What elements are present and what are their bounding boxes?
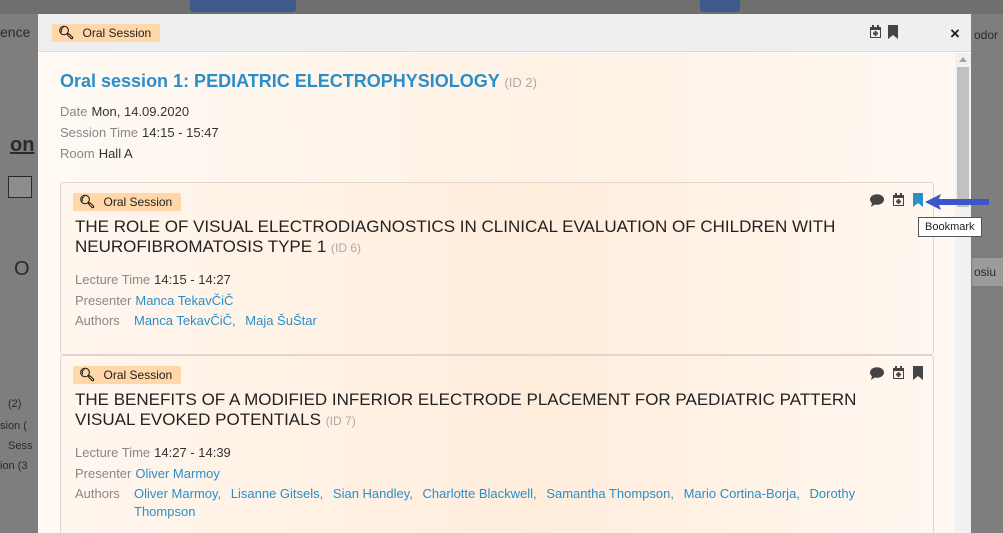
lecture-title: THE ROLE OF VISUAL ELECTRODIAGNOSTICS IN… xyxy=(75,217,915,258)
session-time: Session Time 14:15 - 15:47 xyxy=(60,125,219,140)
calendar-add-icon[interactable] xyxy=(892,366,905,385)
session-title: Oral session 1: PEDIATRIC ELECTROPHYSIOL… xyxy=(60,71,537,92)
background-text: sion ( xyxy=(0,420,27,432)
authors-key: Authors xyxy=(75,313,120,328)
session-date: Date Mon, 14.09.2020 xyxy=(60,104,189,119)
background-text: O xyxy=(14,258,30,280)
background-topbar xyxy=(0,0,1003,14)
lecture-time-value: 14:15 - 14:27 xyxy=(154,272,231,287)
lecture-actions xyxy=(870,193,923,212)
session-room: Room Hall A xyxy=(60,146,133,161)
lecture-type-label: Oral Session xyxy=(103,195,173,209)
author-link[interactable]: Maja ŠuŠtar xyxy=(245,313,317,328)
bookmark-tooltip: Bookmark xyxy=(918,217,982,237)
lecture-authors: Authors Oliver Marmoy, Lisanne Gitsels, … xyxy=(75,485,915,521)
author-link[interactable]: Samantha Thompson, xyxy=(546,486,674,501)
lecture-time-key: Lecture Time xyxy=(75,272,151,287)
room-value: Hall A xyxy=(98,146,133,161)
lecture-id: (ID 7) xyxy=(325,414,356,428)
arrow-annotation xyxy=(925,193,991,216)
session-id: (ID 2) xyxy=(504,75,537,90)
session-modal: 🔍︎ Oral Session × Oral session 1: PEDIAT… xyxy=(38,14,971,533)
lecture-time: Lecture Time 14:27 - 14:39 xyxy=(75,445,231,460)
close-button[interactable]: × xyxy=(950,24,960,44)
lecture-type-tag[interactable]: 🔍︎ Oral Session xyxy=(73,193,182,211)
background-heading: on xyxy=(10,134,35,156)
lecture-title-text: THE BENEFITS OF A MODIFIED INFERIOR ELEC… xyxy=(75,390,857,429)
author-link[interactable]: Lisanne Gitsels, xyxy=(231,486,324,501)
author-link[interactable]: Manca TekavČiČ, xyxy=(134,313,236,328)
lecture-time: Lecture Time 14:15 - 14:27 xyxy=(75,272,231,287)
presenter-key: Presenter xyxy=(75,466,132,481)
lecture-authors: Authors Manca TekavČiČ, Maja ŠuŠtar xyxy=(75,312,915,330)
date-key: Date xyxy=(60,104,88,119)
background-text: odor xyxy=(974,28,999,42)
background-nav-pill xyxy=(190,0,296,12)
lecture-type-label: Oral Session xyxy=(103,368,173,382)
lecture-title-text: THE ROLE OF VISUAL ELECTRODIAGNOSTICS IN… xyxy=(75,217,836,256)
presenter-key: Presenter xyxy=(75,293,132,308)
bookmark-icon[interactable] xyxy=(888,25,898,44)
background-text: ion (3 xyxy=(0,460,28,472)
background-text: (2) xyxy=(8,398,22,410)
lecture-time-key: Lecture Time xyxy=(75,445,151,460)
comment-icon[interactable] xyxy=(870,193,884,212)
session-type-tag[interactable]: 🔍︎ Oral Session xyxy=(52,24,161,42)
author-link[interactable]: Mario Cortina-Borja, xyxy=(684,486,800,501)
search-icon: 🔍︎ xyxy=(58,25,75,41)
lecture-card: 🔍︎ Oral Session THE ROLE OF VISUAL ELECT… xyxy=(60,182,934,355)
search-icon: 🔍︎ xyxy=(79,367,96,383)
lecture-card: 🔍︎ Oral Session THE BENEFITS OF A MODIFI… xyxy=(60,355,934,533)
date-value: Mon, 14.09.2020 xyxy=(91,104,190,119)
modal-scrollbar[interactable] xyxy=(955,53,971,533)
calendar-add-icon[interactable] xyxy=(869,25,882,44)
lecture-id: (ID 6) xyxy=(331,241,362,255)
comment-icon[interactable] xyxy=(870,366,884,385)
author-link[interactable]: Oliver Marmoy, xyxy=(134,486,221,501)
search-icon: 🔍︎ xyxy=(79,194,96,210)
room-key: Room xyxy=(60,146,95,161)
calendar-add-icon[interactable] xyxy=(892,193,905,212)
authors-list: Oliver Marmoy, Lisanne Gitsels, Sian Han… xyxy=(134,485,915,521)
lecture-type-tag[interactable]: 🔍︎ Oral Session xyxy=(73,366,182,384)
author-link[interactable]: Sian Handley, xyxy=(333,486,413,501)
session-time-value: 14:15 - 15:47 xyxy=(142,125,219,140)
lecture-title: THE BENEFITS OF A MODIFIED INFERIOR ELEC… xyxy=(75,390,915,431)
background-nav-pill xyxy=(700,0,740,12)
presenter-link[interactable]: Manca TekavČiČ xyxy=(135,293,233,308)
background-text: Sess xyxy=(8,440,33,452)
lecture-time-value: 14:27 - 14:39 xyxy=(154,445,231,460)
bookmark-icon[interactable] xyxy=(913,193,923,212)
session-type-label: Oral Session xyxy=(82,26,152,40)
session-time-key: Session Time xyxy=(60,125,139,140)
presenter-link[interactable]: Oliver Marmoy xyxy=(135,466,220,481)
bookmark-icon[interactable] xyxy=(913,366,923,385)
lecture-actions xyxy=(870,366,923,385)
authors-key: Authors xyxy=(75,486,120,501)
modal-body: Oral session 1: PEDIATRIC ELECTROPHYSIOL… xyxy=(38,53,955,533)
scroll-thumb[interactable] xyxy=(957,67,969,207)
lecture-presenter: Presenter Manca TekavČiČ xyxy=(75,293,233,308)
background-text: ence xyxy=(0,24,31,40)
author-link[interactable]: Charlotte Blackwell, xyxy=(423,486,537,501)
background-badge xyxy=(8,176,32,198)
lecture-presenter: Presenter Oliver Marmoy xyxy=(75,466,220,481)
modal-header: 🔍︎ Oral Session × xyxy=(38,14,971,52)
scroll-up-arrow[interactable] xyxy=(959,57,967,62)
authors-list: Manca TekavČiČ, Maja ŠuŠtar xyxy=(134,312,915,330)
background-button: osiu xyxy=(972,258,1003,286)
session-title-text: Oral session 1: PEDIATRIC ELECTROPHYSIOL… xyxy=(60,71,500,91)
